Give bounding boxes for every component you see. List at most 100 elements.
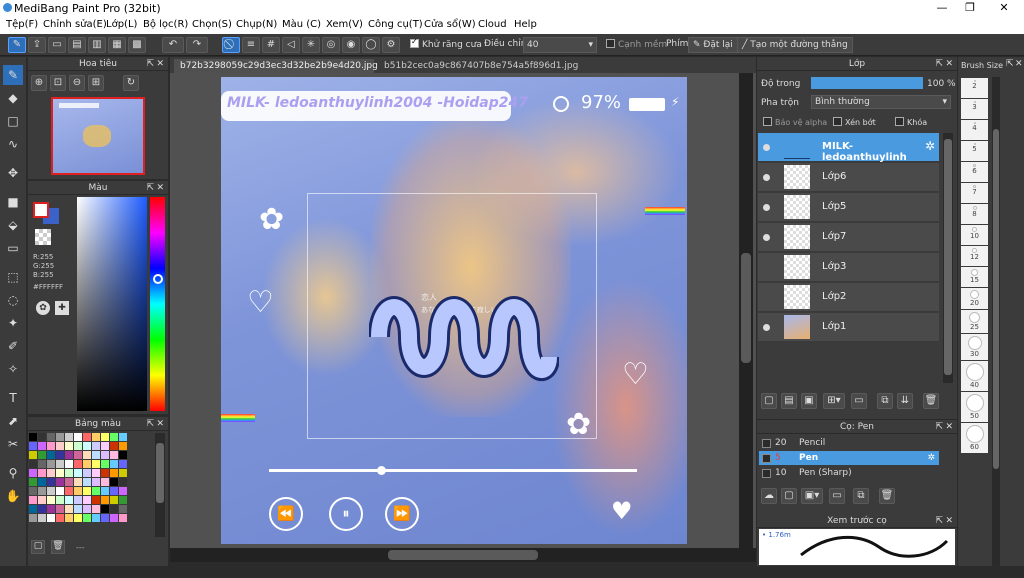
close-button[interactable]: ✕: [988, 0, 1020, 16]
line-tool-icon[interactable]: ∿: [3, 134, 23, 154]
layer-row[interactable]: Lớp3: [758, 253, 939, 282]
new-brush-icon[interactable]: ▢: [781, 488, 797, 504]
palette-swatch[interactable]: [83, 442, 91, 450]
palette-swatch[interactable]: [101, 514, 109, 522]
tab-document-2[interactable]: b51b2cec0a9c867407b8e754a5f896d1.jpg: [378, 59, 578, 73]
page-icon[interactable]: ▥: [88, 37, 106, 53]
close-icon[interactable]: ✕: [156, 57, 164, 71]
layer-row[interactable]: Lớp1: [758, 313, 939, 342]
palette-swatch[interactable]: [110, 451, 118, 459]
brush-checkbox[interactable]: [762, 469, 771, 478]
menu-tools[interactable]: Công cụ(T): [368, 19, 423, 30]
popout-icon[interactable]: ⇱: [1006, 59, 1014, 69]
hand-tool-icon[interactable]: ✋: [3, 486, 23, 506]
menu-select[interactable]: Chọn(S): [192, 19, 232, 30]
popout-icon[interactable]: ⇱: [146, 181, 154, 195]
palette-swatch[interactable]: [110, 478, 118, 486]
grid-icon[interactable]: ▩: [128, 37, 146, 53]
palette-swatch[interactable]: [119, 433, 127, 441]
palette-swatch[interactable]: [92, 487, 100, 495]
close-icon[interactable]: ✕: [945, 57, 953, 71]
palette-swatch[interactable]: [119, 451, 127, 459]
menu-cloud[interactable]: Cloud: [478, 19, 507, 30]
artwork-canvas[interactable]: MILK- ledoanthuylinh2004 -Hoidap247 97% …: [221, 77, 687, 544]
brush-size-option[interactable]: 6: [961, 162, 988, 182]
delete-layer-icon[interactable]: 🗑: [923, 393, 939, 409]
palette-swatch[interactable]: [56, 460, 64, 468]
brush-size-option[interactable]: 4: [961, 120, 988, 140]
palette-swatch[interactable]: [47, 460, 55, 468]
palette-swatch[interactable]: [38, 487, 46, 495]
menu-capture[interactable]: Chụp(N): [236, 19, 277, 30]
hue-slider[interactable]: [150, 197, 165, 411]
add-brush-menu-icon[interactable]: ▣▾: [801, 488, 823, 504]
layer-visibility-icon[interactable]: [763, 174, 770, 181]
straight-line-button[interactable]: ╱ Tạo một đường thẳng: [737, 37, 853, 53]
palette-swatch[interactable]: [74, 514, 82, 522]
close-icon[interactable]: ✕: [945, 420, 953, 434]
palette-swatch[interactable]: [38, 469, 46, 477]
share-icon[interactable]: ⇪: [28, 37, 46, 53]
pages-icon[interactable]: ▦: [108, 37, 126, 53]
palette-swatch[interactable]: [65, 487, 73, 495]
palette-swatch[interactable]: [101, 469, 109, 477]
text-tool-icon[interactable]: T: [3, 388, 23, 408]
brush-tool-icon[interactable]: ✎: [3, 65, 23, 85]
palette-swatch[interactable]: [83, 496, 91, 504]
palette-swatch[interactable]: [83, 487, 91, 495]
palette-swatch[interactable]: [29, 487, 37, 495]
palette-swatch[interactable]: [29, 469, 37, 477]
palette-add-icon[interactable]: ✚: [55, 301, 69, 315]
palette-swatch[interactable]: [101, 442, 109, 450]
palette-swatch[interactable]: [56, 496, 64, 504]
palette-swatch[interactable]: [83, 451, 91, 459]
layer-row[interactable]: MILK- ledoanthuylinh ✲: [758, 133, 939, 163]
palette-swatch[interactable]: [92, 469, 100, 477]
popout-icon[interactable]: ⇱: [935, 57, 943, 71]
brush-size-option[interactable]: 3: [961, 99, 988, 119]
palette-swatch[interactable]: [101, 460, 109, 468]
menu-view[interactable]: Xem(V): [326, 19, 363, 30]
palette-swatch[interactable]: [110, 460, 118, 468]
brush-size-option[interactable]: 5: [961, 141, 988, 161]
settings-snap-icon[interactable]: ⚙: [382, 37, 400, 53]
color-wheel-icon[interactable]: ✿: [36, 301, 50, 315]
palette-swatch[interactable]: [47, 451, 55, 459]
palette-swatch[interactable]: [92, 433, 100, 441]
gradient-tool-icon[interactable]: ▭: [3, 238, 23, 258]
popout-icon[interactable]: ⇱: [146, 57, 154, 71]
layer-row[interactable]: Lớp6: [758, 163, 939, 192]
maximize-button[interactable]: ❐: [954, 0, 986, 16]
palette-swatch[interactable]: [83, 469, 91, 477]
brush-size-option[interactable]: 2: [961, 78, 988, 98]
palette-swatch[interactable]: [47, 487, 55, 495]
rectangle-tool-icon[interactable]: □: [3, 111, 23, 131]
palette-swatch[interactable]: [38, 478, 46, 486]
layers-scrollbar[interactable]: [943, 133, 953, 383]
palette-swatch[interactable]: [38, 514, 46, 522]
layer-settings-icon[interactable]: ✲: [925, 139, 935, 153]
zoom-in-icon[interactable]: ⊕: [31, 75, 47, 91]
cross-snap-icon[interactable]: #: [262, 37, 280, 53]
reset-button[interactable]: ✎ Đặt lại: [688, 37, 738, 53]
brush-size-option[interactable]: 60: [961, 423, 988, 453]
palette-swatch[interactable]: [110, 496, 118, 504]
palette-swatch[interactable]: [56, 514, 64, 522]
antialias-checkbox[interactable]: Khử răng cưa: [410, 37, 482, 50]
palette-swatch[interactable]: [65, 505, 73, 513]
palette-swatch[interactable]: [119, 478, 127, 486]
canvas-horizontal-scrollbar[interactable]: [170, 548, 756, 562]
palette-swatch[interactable]: [65, 451, 73, 459]
close-icon[interactable]: ✕: [156, 417, 164, 431]
palette-swatch[interactable]: [119, 514, 127, 522]
palette-swatch[interactable]: [119, 487, 127, 495]
opacity-slider[interactable]: [811, 77, 923, 89]
brush-size-option[interactable]: 20: [961, 288, 988, 309]
palette-swatch[interactable]: [65, 478, 73, 486]
menu-edit[interactable]: Chỉnh sửa(E): [43, 19, 107, 30]
close-icon[interactable]: ✕: [1015, 59, 1023, 69]
protect-alpha-checkbox[interactable]: Bảo vệ alpha: [763, 117, 827, 127]
brush-size-option[interactable]: 8: [961, 204, 988, 224]
zoom-out-icon[interactable]: ⊖: [69, 75, 85, 91]
palette-swatch[interactable]: [74, 451, 82, 459]
